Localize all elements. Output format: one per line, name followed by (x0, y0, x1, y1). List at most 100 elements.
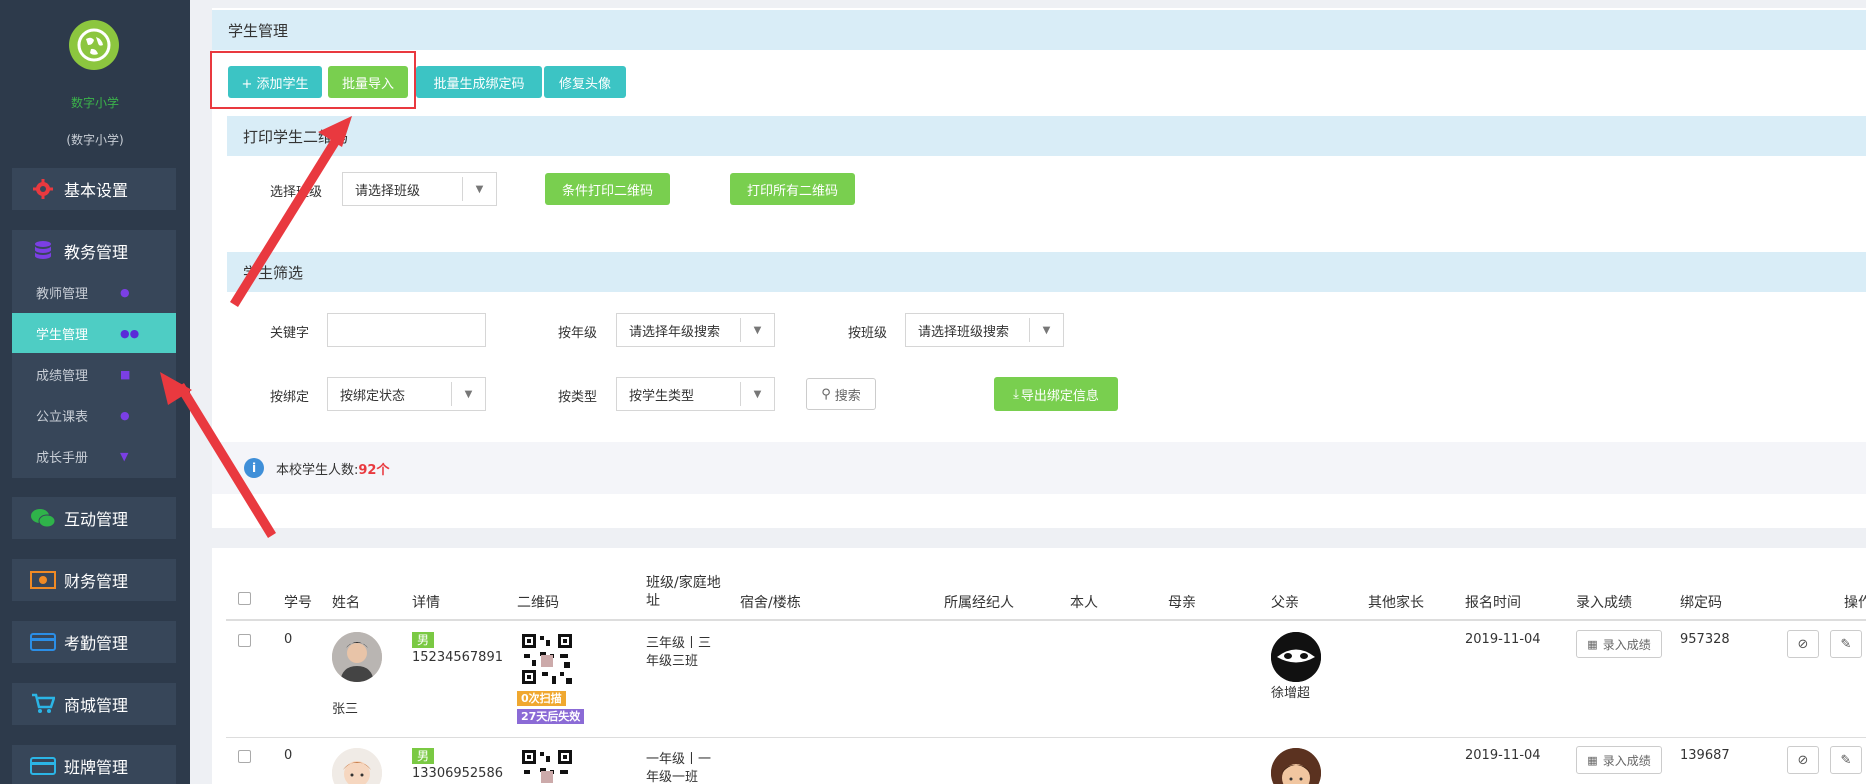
nav-attendance[interactable]: 考勤管理 (12, 621, 176, 663)
keyword-input[interactable] (327, 313, 486, 347)
conditional-print-button[interactable]: 条件打印二维码 (545, 173, 670, 205)
chevron-down-icon: ▼ (740, 318, 774, 342)
nav-item-label: 教师管理 (36, 286, 89, 302)
grade-label: 按年级 (558, 326, 598, 341)
select-value: 按绑定状态 (340, 388, 406, 404)
select-all-checkbox[interactable] (238, 592, 251, 605)
class-line-1: 三年级丨三 (646, 636, 712, 651)
class-select[interactable]: 请选择班级 ▼ (342, 172, 497, 206)
qr-code-icon[interactable] (520, 748, 574, 784)
print-all-button[interactable]: 打印所有二维码 (730, 173, 855, 205)
edit-icon[interactable]: ✎ (1830, 630, 1862, 658)
class-filter-select[interactable]: 请选择班级搜索 ▼ (905, 313, 1064, 347)
export-button-label: 导出绑定信息 (1020, 388, 1099, 404)
page-title: 学生管理 (212, 10, 1866, 50)
bind-status-label: 按绑定 (270, 390, 310, 405)
nav-item-timetable[interactable]: 公立课表 ● (12, 395, 176, 435)
student-phone: 13306952586 (412, 766, 503, 781)
nav-finance[interactable]: 财务管理 (12, 559, 176, 601)
column-header-agent: 所属经纪人 (944, 595, 1014, 611)
row-checkbox[interactable] (238, 634, 251, 647)
select-value: 请选择年级搜索 (629, 324, 721, 340)
nav-edu-management[interactable]: 教务管理 (12, 230, 176, 272)
qrcode-small-icon: ▦ (1587, 753, 1598, 767)
student-type-select[interactable]: 按学生类型 ▼ (616, 377, 775, 411)
qr-code-icon[interactable] (520, 632, 574, 686)
school-subtitle: (数字小学) (66, 133, 124, 147)
row-divider (226, 737, 1866, 738)
nav-item-teacher[interactable]: 教师管理 ● (12, 272, 176, 312)
scan-count-badge: 0次扫描 (517, 691, 566, 706)
pin-icon: ▼ (120, 449, 129, 463)
gender-badge: 男 (412, 748, 435, 764)
enter-score-label: 录入成绩 (1602, 753, 1651, 768)
student-avatar[interactable] (332, 748, 382, 784)
student-name: 张三 (332, 702, 359, 717)
disable-icon[interactable]: ⊘ (1787, 630, 1819, 658)
class-line-2: 年级一班 (646, 770, 699, 784)
column-header-bind-code: 绑定码 (1680, 595, 1722, 611)
nav-interaction[interactable]: 互动管理 (12, 497, 176, 539)
keyword-label: 关键字 (270, 326, 310, 341)
register-date: 2019-11-04 (1465, 748, 1541, 763)
nav-mall[interactable]: 商城管理 (12, 683, 176, 725)
card-icon (30, 755, 56, 777)
student-count-strip: i 本校学生人数: 92个 (212, 442, 1866, 494)
student-filter-section-title: 学生筛选 (227, 252, 1866, 292)
table-header-divider (226, 619, 1866, 621)
grade-select[interactable]: 请选择年级搜索 ▼ (616, 313, 775, 347)
column-header-score: 录入成绩 (1576, 595, 1632, 611)
disable-icon[interactable]: ⊘ (1787, 746, 1819, 774)
select-value: 按学生类型 (629, 388, 695, 404)
fix-avatar-button[interactable]: 修复头像 (544, 66, 626, 98)
column-header-name: 姓名 (332, 595, 360, 611)
student-avatar[interactable] (332, 632, 382, 682)
school-logo-icon (69, 20, 119, 70)
edit-icon[interactable]: ✎ (1830, 746, 1862, 774)
student-count-label: 本校学生人数: (276, 462, 359, 478)
qrcode-small-icon: ▦ (1587, 637, 1598, 651)
nav-basic-settings[interactable]: 基本设置 (12, 168, 176, 210)
batch-bind-code-button[interactable]: 批量生成绑定码 (416, 66, 542, 98)
column-header-id: 学号 (284, 595, 312, 611)
search-button[interactable]: ⚲ 搜索 (806, 378, 876, 410)
nav-label: 商城管理 (64, 696, 129, 715)
column-header-self: 本人 (1070, 595, 1098, 611)
father-name: 徐增超 (1271, 686, 1311, 701)
expire-badge: 27天后失效 (517, 709, 585, 724)
column-header-detail: 详情 (412, 595, 440, 611)
nav-label: 教务管理 (64, 243, 129, 262)
nav-class-board[interactable]: 班牌管理 (12, 745, 176, 784)
father-avatar[interactable] (1271, 748, 1321, 784)
chevron-down-icon: ▼ (1029, 318, 1063, 342)
bind-code: 139687 (1680, 748, 1730, 763)
row-checkbox[interactable] (238, 750, 251, 763)
nav-label: 考勤管理 (64, 634, 129, 653)
print-qr-section-title: 打印学生二维码 (227, 116, 1866, 156)
search-button-label: 搜索 (834, 388, 861, 404)
nav-item-label: 成长手册 (36, 450, 89, 466)
student-management-panel: 学生管理 + 添加学生 批量导入 批量生成绑定码 修复头像 打印学生二维码 选择… (212, 8, 1866, 528)
nav-item-student[interactable]: 学生管理 ●● (12, 313, 176, 353)
father-avatar[interactable] (1271, 632, 1321, 682)
chevron-down-icon: ▼ (740, 382, 774, 406)
cart-icon (30, 693, 56, 715)
gender-badge: 男 (412, 632, 435, 648)
search-icon: ⚲ (821, 386, 831, 402)
export-bind-info-button[interactable]: ⤓ 导出绑定信息 (994, 377, 1118, 411)
nav-label: 班牌管理 (64, 758, 129, 777)
enter-score-button[interactable]: ▦ 录入成绩 (1576, 746, 1662, 774)
enter-score-button[interactable]: ▦ 录入成绩 (1576, 630, 1662, 658)
nav-item-growth[interactable]: 成长手册 ▼ (12, 436, 176, 476)
nav-edu-group: 教务管理 教师管理 ● 学生管理 ●● 成绩管理 ■ 公立课表 ● 成长手册 ▼ (12, 230, 176, 478)
bind-status-select[interactable]: 按绑定状态 ▼ (327, 377, 486, 411)
sidebar: 数字小学 (数字小学) 基本设置 教务管理 教师管理 ● 学生管理 ●● 成绩管… (0, 0, 190, 784)
student-id: 0 (284, 748, 293, 763)
annotation-highlight-box (210, 51, 416, 109)
gear-icon (30, 178, 56, 200)
nav-label: 互动管理 (64, 510, 129, 529)
users-icon: ●● (120, 326, 140, 340)
nav-item-score[interactable]: 成绩管理 ■ (12, 354, 176, 394)
bind-code: 957328 (1680, 632, 1730, 647)
wechat-icon (30, 507, 56, 529)
